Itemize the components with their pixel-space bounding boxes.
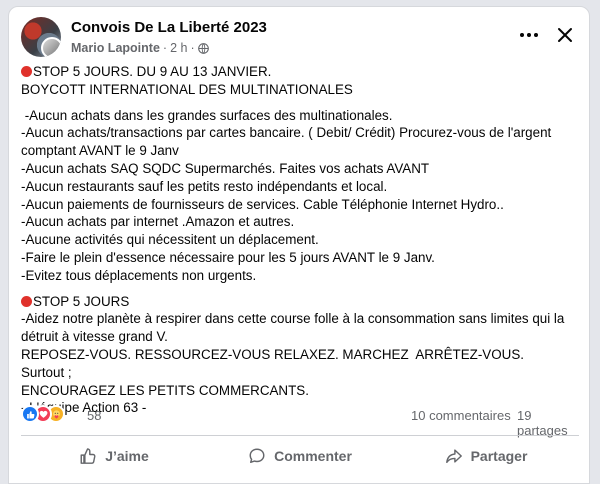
post-meta: Mario Lapointe · 2 h · — [71, 41, 209, 55]
reaction-icons[interactable] — [21, 405, 65, 423]
author-avatar[interactable] — [41, 37, 61, 57]
body-line: -Aucune activités qui nécessitent un dép… — [21, 232, 319, 248]
body-line: BOYCOTT INTERNATIONAL DES MULTINATIONALE… — [21, 81, 353, 97]
stop-sign-icon — [21, 66, 32, 77]
post-card: Convois De La Liberté 2023 Mario Lapoint… — [8, 6, 590, 484]
comment-label: Commenter — [274, 448, 352, 464]
body-line: -Aucun achats par internet .Amazon et au… — [21, 214, 295, 230]
comments-count[interactable]: 10 commentaires — [411, 408, 511, 423]
share-button[interactable]: Partager — [393, 439, 579, 473]
body-line: détruit à vitesse grand V. — [21, 329, 168, 345]
post-actions: J’aime Commenter Partager — [21, 439, 579, 473]
shares-count[interactable]: 19 partages — [517, 408, 581, 438]
like-label: J’aime — [105, 448, 149, 464]
body-line: comptant AVANT le 9 Janv — [21, 143, 179, 159]
share-label: Partager — [470, 448, 528, 464]
body-line: -Aucun achats dans les grandes surfaces … — [21, 107, 393, 123]
more-options-button[interactable] — [517, 23, 541, 47]
like-reaction-icon — [21, 405, 39, 423]
group-avatar[interactable] — [21, 17, 61, 57]
body-line: -Aucun restaurants sauf les petits resto… — [21, 178, 388, 194]
group-name[interactable]: Convois De La Liberté 2023 — [71, 19, 267, 36]
body-line: -Aucun paiements de fournisseurs de serv… — [21, 196, 504, 212]
body-line: -Aucun achats/transactions par cartes ba… — [21, 125, 552, 141]
body-line: STOP 5 JOURS. DU 9 AU 13 JANVIER. — [21, 63, 583, 81]
body-line: -Aidez notre planète à respirer dans cet… — [21, 311, 565, 327]
more-horizontal-icon — [520, 33, 538, 37]
globe-icon — [197, 42, 209, 54]
thumbs-up-icon — [80, 448, 96, 464]
body-line: STOP 5 JOURS — [21, 293, 583, 311]
post-body: STOP 5 JOURS. DU 9 AU 13 JANVIER. BOYCOT… — [21, 63, 583, 417]
reaction-count[interactable]: 58 — [87, 408, 101, 423]
body-line: ENCOURAGEZ LES PETITS COMMERCANTS. — [21, 382, 309, 398]
body-line: -Evitez tous déplacements non urgents. — [21, 267, 257, 283]
body-line: Surtout ; — [21, 364, 72, 380]
comment-button[interactable]: Commenter — [207, 439, 393, 473]
body-line: -Faire le plein d'essence nécessaire pou… — [21, 249, 435, 265]
meta-separator: · — [162, 41, 168, 55]
reactions-bar: 58 10 commentaires 19 partages — [21, 405, 581, 438]
body-line: REPOSEZ-VOUS. RESSOURCEZ-VOUS RELAXEZ. M… — [21, 346, 524, 362]
close-icon — [558, 28, 572, 42]
body-line: -Aucun achats SAQ SQDC Supermarchés. Fai… — [21, 160, 430, 176]
comment-icon — [249, 448, 265, 464]
share-arrow-icon — [445, 449, 462, 464]
meta-separator-2: · — [190, 41, 195, 55]
like-button[interactable]: J’aime — [21, 439, 207, 473]
post-time[interactable]: 2 h — [170, 41, 187, 55]
body-line-text: STOP 5 JOURS — [33, 293, 130, 309]
actions-divider — [21, 435, 579, 436]
stop-sign-icon — [21, 295, 32, 307]
close-button[interactable] — [551, 21, 579, 49]
post-header: Convois De La Liberté 2023 Mario Lapoint… — [21, 17, 581, 61]
body-line-text: STOP 5 JOURS. DU 9 AU 13 JANVIER. — [33, 64, 272, 79]
author-name[interactable]: Mario Lapointe — [71, 41, 160, 55]
